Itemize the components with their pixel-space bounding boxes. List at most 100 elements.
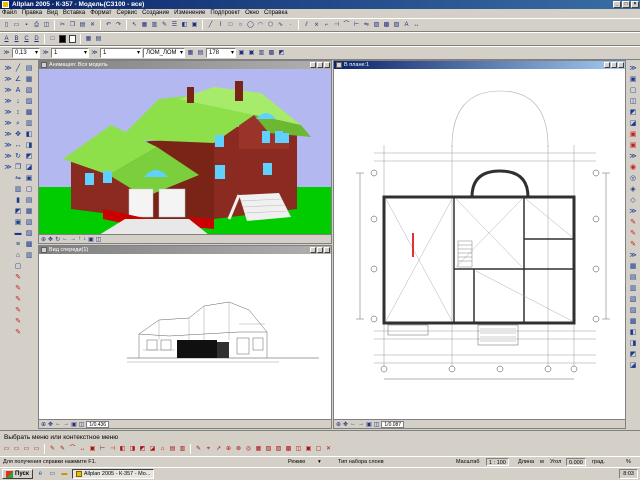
- plan-max-button[interactable]: [611, 62, 617, 68]
- anim-right-icon[interactable]: →: [70, 236, 76, 242]
- object-c-icon[interactable]: ▧: [25, 86, 34, 95]
- bt-23-icon[interactable]: ⊗: [234, 445, 243, 454]
- pattern-icon[interactable]: ▧: [392, 21, 401, 30]
- layer-blue3-icon[interactable]: ▥: [629, 284, 638, 293]
- polyline-icon[interactable]: ⌇: [216, 21, 225, 30]
- status-angle-value[interactable]: 0.000: [566, 458, 586, 466]
- room-tool-icon[interactable]: ▢: [14, 262, 23, 271]
- slab-tool-icon[interactable]: ▬: [14, 229, 23, 238]
- line-type-select[interactable]: 1: [51, 48, 89, 58]
- object-f-icon[interactable]: ▥: [25, 119, 34, 128]
- delete-icon[interactable]: ✕: [88, 21, 97, 30]
- pen-red-icon[interactable]: ✎: [629, 218, 638, 227]
- sec-view-icon[interactable]: ◫: [79, 421, 85, 428]
- spline-icon[interactable]: ∿: [276, 21, 285, 30]
- bt-12-icon[interactable]: ◧: [118, 445, 127, 454]
- layer-props-icon[interactable]: ▦: [186, 49, 195, 58]
- plan-pan-icon[interactable]: ✥: [343, 421, 348, 428]
- fill-icon[interactable]: ▩: [382, 21, 391, 30]
- bt-6-icon[interactable]: ✎: [58, 445, 67, 454]
- animation-window[interactable]: Анимация: Вся модель ⊕ ✥ ↻ ← → ↑ ↓ ▣ ◫: [38, 60, 332, 244]
- offset-icon[interactable]: ⫽: [302, 21, 311, 30]
- pen-red2-icon[interactable]: ✎: [629, 229, 638, 238]
- bt-26-icon[interactable]: ▧: [264, 445, 273, 454]
- bt-5-icon[interactable]: ✎: [48, 445, 57, 454]
- sec-close-button[interactable]: [324, 247, 330, 253]
- red-pen6-icon[interactable]: ✎: [14, 328, 23, 337]
- layer-blue10-icon[interactable]: ◪: [629, 361, 638, 370]
- plan-view-icon[interactable]: ◫: [374, 421, 380, 428]
- bt-28-icon[interactable]: ▩: [284, 445, 293, 454]
- layer-lock-icon[interactable]: ▤: [196, 49, 205, 58]
- paste-icon[interactable]: ▤: [78, 21, 87, 30]
- format-c-icon[interactable]: ▥: [257, 49, 266, 58]
- preview-icon[interactable]: ◫: [42, 21, 51, 30]
- text-a-icon[interactable]: A: [2, 35, 11, 44]
- object-a-icon[interactable]: ▤: [25, 64, 34, 73]
- bt-18-icon[interactable]: ▥: [178, 445, 187, 454]
- menu-tools[interactable]: Сервис: [117, 9, 138, 18]
- extend-icon[interactable]: ⊢: [352, 21, 361, 30]
- maximize-button[interactable]: □: [622, 1, 630, 8]
- status-mode-icon[interactable]: ▾: [318, 458, 321, 466]
- plan-close-button[interactable]: [618, 62, 624, 68]
- object-m-icon[interactable]: ▤: [25, 196, 34, 205]
- rectangle-icon[interactable]: □: [226, 21, 235, 30]
- quicklaunch-folder-icon[interactable]: ▬: [60, 470, 69, 479]
- undo-icon[interactable]: ↶: [104, 21, 113, 30]
- anim-pan-icon[interactable]: ✥: [48, 236, 53, 243]
- menu-window[interactable]: Окно: [245, 9, 259, 18]
- bt-20-icon[interactable]: ⌖: [204, 445, 213, 454]
- drawing-files-icon[interactable]: ▥: [150, 21, 159, 30]
- cut-icon[interactable]: ✂: [58, 21, 67, 30]
- anim-down-icon[interactable]: ↓: [83, 236, 86, 242]
- stair-tool-icon[interactable]: ≡: [14, 240, 23, 249]
- zoom-tool-icon[interactable]: ⌕: [14, 119, 23, 128]
- new-file-icon[interactable]: ▯: [2, 21, 11, 30]
- mirror-icon[interactable]: ⇋: [362, 21, 371, 30]
- render2-icon[interactable]: ◎: [629, 174, 638, 183]
- bt-22-icon[interactable]: ⊕: [224, 445, 233, 454]
- fillet-icon[interactable]: ⌒: [342, 21, 351, 30]
- anim-zoom-icon[interactable]: ⊕: [41, 236, 46, 243]
- object-o-icon[interactable]: ▧: [25, 218, 34, 227]
- bt-32-icon[interactable]: ✕: [324, 445, 333, 454]
- plan-fit-icon[interactable]: ▣: [366, 421, 372, 428]
- angle-tool-icon[interactable]: ∠: [14, 75, 23, 84]
- view-iso-icon[interactable]: ◩: [629, 108, 638, 117]
- pen-icon[interactable]: ✎: [160, 21, 169, 30]
- anim-min-button[interactable]: [310, 62, 316, 68]
- arrow-tool-icon[interactable]: ↓: [14, 97, 23, 106]
- bt-30-icon[interactable]: ▣: [304, 445, 313, 454]
- bt-27-icon[interactable]: ▨: [274, 445, 283, 454]
- sec-right-icon[interactable]: →: [63, 421, 69, 427]
- bt-14-icon[interactable]: ◩: [138, 445, 147, 454]
- anim-rotate-icon[interactable]: ↻: [55, 236, 60, 243]
- circle-icon[interactable]: ○: [236, 21, 245, 30]
- bt-31-icon[interactable]: ▢: [314, 445, 323, 454]
- layer-blue8-icon[interactable]: ◨: [629, 339, 638, 348]
- render-icon[interactable]: ◉: [629, 163, 638, 172]
- bt-21-icon[interactable]: ↗: [214, 445, 223, 454]
- anim-up-icon[interactable]: ↑: [78, 236, 81, 242]
- snap-icon[interactable]: ▤: [94, 35, 103, 44]
- menu-format[interactable]: Формат: [90, 9, 111, 18]
- wall-tool-icon[interactable]: ▥: [14, 185, 23, 194]
- object-h-icon[interactable]: ◨: [25, 141, 34, 150]
- menu-create[interactable]: Создание: [142, 9, 169, 18]
- plan-left-icon[interactable]: ←: [350, 421, 356, 427]
- layer-blue2-icon[interactable]: ▤: [629, 273, 638, 282]
- view-top-icon[interactable]: ▣: [629, 75, 638, 84]
- minimize-button[interactable]: _: [613, 1, 621, 8]
- bt-25-icon[interactable]: ▦: [254, 445, 263, 454]
- object-g-icon[interactable]: ◧: [25, 130, 34, 139]
- mirror-tool-icon[interactable]: ⇋: [14, 174, 23, 183]
- menu-help[interactable]: Справка: [264, 9, 288, 18]
- rotate-tool-icon[interactable]: ↻: [14, 152, 23, 161]
- color-white-icon[interactable]: [68, 35, 77, 44]
- menu-insert[interactable]: Вставка: [63, 9, 85, 18]
- plan-viewport[interactable]: [334, 69, 625, 419]
- color-black-icon[interactable]: [58, 35, 67, 44]
- menu-modify[interactable]: Изменение: [174, 9, 205, 18]
- red-pen4-icon[interactable]: ✎: [14, 306, 23, 315]
